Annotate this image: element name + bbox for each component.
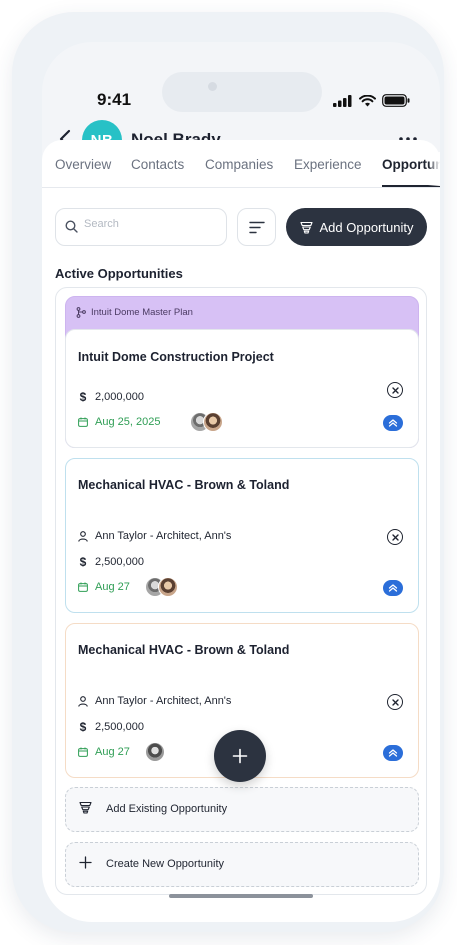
search-box[interactable] [55,208,227,246]
avatar [203,412,223,432]
opportunity-contact: Ann Taylor - Architect, Ann's [95,530,232,542]
opportunity-contact: Ann Taylor - Architect, Ann's [95,695,232,707]
date-row: Aug 25, 2025 [78,416,160,428]
tab-experience[interactable]: Experience [294,157,362,172]
opportunity-amount: 2,000,000 [95,391,144,403]
funnel-icon [79,801,92,819]
filter-button[interactable] [237,208,276,246]
chevrons-up-icon [388,419,398,427]
chevrons-up-icon [388,584,398,592]
search-input[interactable] [84,218,214,230]
amount-row: $ 2,500,000 [78,720,144,734]
remove-button[interactable] [387,694,403,710]
opportunity-title: Intuit Dome Construction Project [78,350,274,364]
close-icon [391,386,399,394]
avatar-stack [145,742,165,762]
status-time: 9:41 [97,90,132,109]
battery-icon [382,94,410,107]
phone-frame: 9:41 Overview Contacts Companies Experie… [12,12,444,932]
search-icon [65,220,78,238]
cellular-signal-icon [333,94,352,107]
phone-screen: 9:41 Overview Contacts Companies Experie… [42,42,440,922]
calendar-icon [78,582,88,592]
group-label-text: Intuit Dome Master Plan [91,307,193,318]
tab-bar: Overview Contacts Companies Experience O… [42,152,440,188]
tab-companies[interactable]: Companies [205,157,273,172]
status-bar: 9:41 [42,90,440,114]
main-content: Overview Contacts Companies Experience O… [42,140,440,922]
funnel-icon [299,221,313,234]
dollar-icon: $ [79,390,87,404]
avatar-stack [145,577,178,597]
avatar-stack [190,412,223,432]
person-icon [78,530,88,542]
create-new-label: Create New Opportunity [106,858,224,870]
opportunity-card[interactable]: Mechanical HVAC - Brown & Toland Ann Tay… [65,458,419,613]
stage-badge[interactable] [383,580,403,596]
add-opportunity-button[interactable]: Add Opportunity [286,208,427,246]
group-label: Intuit Dome Master Plan [76,307,193,318]
amount-row: $ 2,500,000 [78,555,144,569]
dollar-icon: $ [79,720,87,734]
filter-lines-icon [248,221,265,233]
stage-badge[interactable] [383,745,403,761]
close-icon [391,533,399,541]
opportunity-title: Mechanical HVAC - Brown & Toland [78,478,290,492]
amount-row: $ 2,000,000 [78,390,144,404]
add-opportunity-label: Add Opportunity [319,219,414,235]
opportunity-list: Intuit Dome Master Plan Intuit Dome Cons… [55,287,427,895]
add-existing-opportunity-button[interactable]: Add Existing Opportunity [65,787,419,832]
contact-row: Ann Taylor - Architect, Ann's [78,530,231,542]
opportunity-amount: 2,500,000 [95,721,144,733]
home-indicator [169,894,313,898]
opportunity-date: Aug 27 [95,746,130,758]
plus-icon [232,748,248,764]
remove-button[interactable] [387,382,403,398]
opportunity-group[interactable]: Intuit Dome Master Plan Intuit Dome Cons… [65,296,419,448]
dollar-icon: $ [79,555,87,569]
close-icon [391,698,399,706]
add-existing-label: Add Existing Opportunity [106,803,228,815]
tab-scroll-fade [428,152,440,186]
remove-button[interactable] [387,529,403,545]
plus-icon [79,856,92,874]
calendar-icon [78,417,88,427]
opportunity-card[interactable]: Intuit Dome Construction Project $ 2,000… [65,329,419,448]
branch-icon [76,307,86,318]
calendar-icon [78,747,88,757]
opportunity-date: Aug 27 [95,581,130,593]
opportunity-date: Aug 25, 2025 [95,416,161,428]
opportunity-amount: 2,500,000 [95,556,144,568]
tab-overview[interactable]: Overview [55,157,111,172]
stage-badge[interactable] [383,415,403,431]
person-icon [78,695,88,707]
wifi-icon [359,94,376,106]
opportunity-title: Mechanical HVAC - Brown & Toland [78,643,290,657]
date-row: Aug 27 [78,581,130,593]
chevrons-up-icon [388,749,398,757]
section-title: Active Opportunities [55,266,183,281]
create-new-opportunity-button[interactable]: Create New Opportunity [65,842,419,887]
contact-row: Ann Taylor - Architect, Ann's [78,695,231,707]
tab-contacts[interactable]: Contacts [131,157,184,172]
avatar [158,577,178,597]
status-icons [333,94,410,107]
avatar [145,742,165,762]
date-row: Aug 27 [78,746,130,758]
floating-add-button[interactable] [214,730,266,782]
